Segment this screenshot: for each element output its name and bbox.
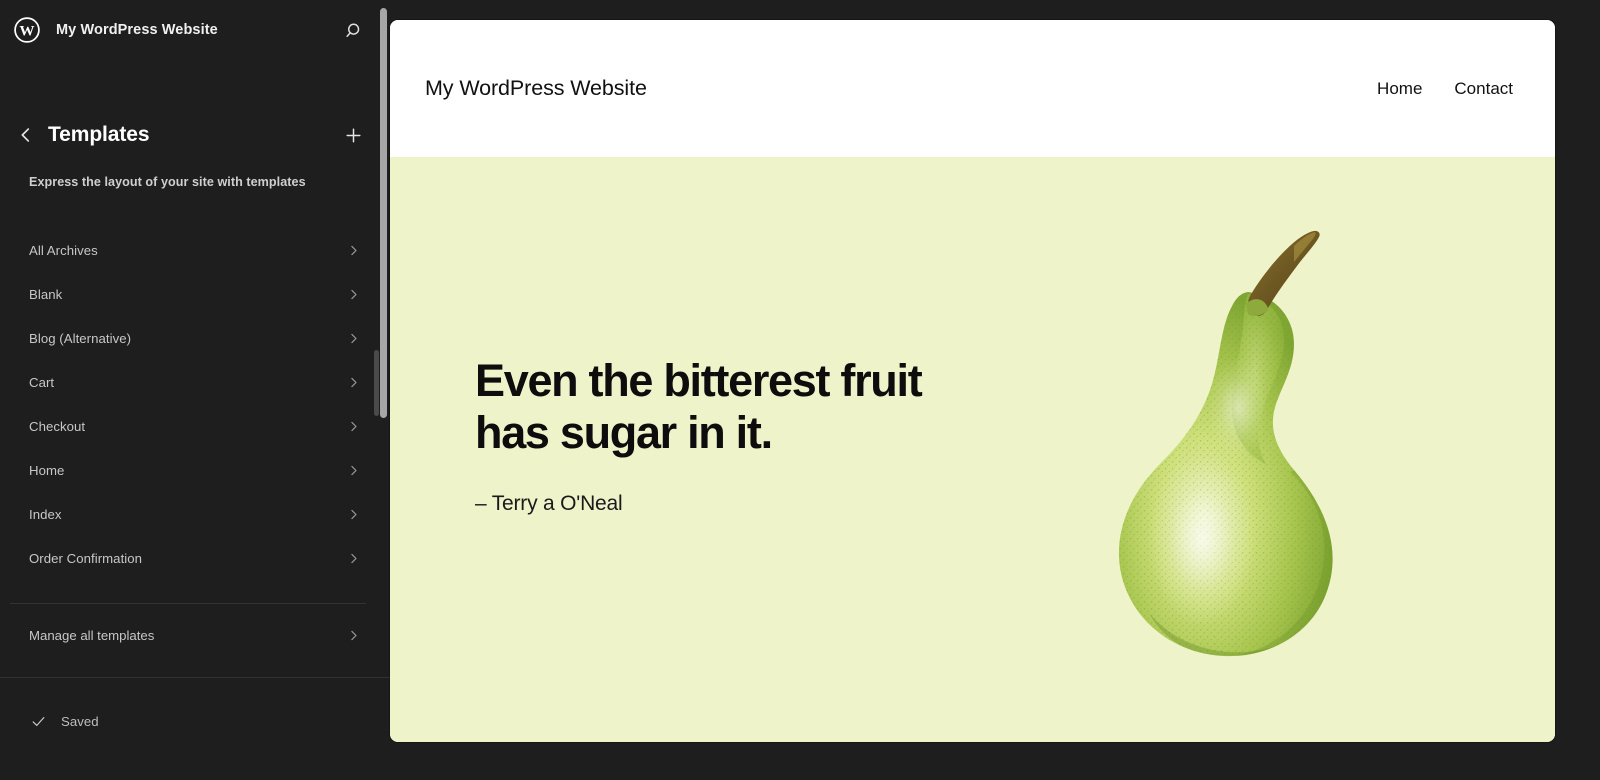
- nav-link-contact[interactable]: Contact: [1454, 79, 1513, 99]
- sidebar-scrollbar[interactable]: [374, 350, 379, 416]
- chevron-left-icon[interactable]: [8, 117, 44, 153]
- preview-nav: Home Contact: [1377, 79, 1513, 99]
- checkmark-icon: [30, 713, 47, 730]
- list-item[interactable]: Blank: [0, 272, 390, 316]
- wordpress-logo-icon[interactable]: W: [14, 17, 40, 43]
- list-item[interactable]: Blog (Alternative): [0, 316, 390, 360]
- nav-link-home[interactable]: Home: [1377, 79, 1422, 99]
- manage-all-templates-button[interactable]: Manage all templates: [0, 613, 390, 657]
- list-item-label: Blog (Alternative): [29, 330, 132, 346]
- list-item[interactable]: Order Confirmation: [0, 536, 390, 580]
- list-item-label: Home: [29, 462, 65, 478]
- list-divider: [10, 603, 366, 604]
- list-item-label: All Archives: [29, 242, 98, 258]
- quote-citation: – Terry a O'Neal: [475, 492, 623, 516]
- list-item-label: Order Confirmation: [29, 550, 143, 566]
- preview-site-brand[interactable]: My WordPress Website: [425, 76, 647, 101]
- list-item[interactable]: Checkout: [0, 404, 390, 448]
- list-item-label: Cart: [29, 374, 55, 390]
- pear-illustration[interactable]: [1080, 222, 1400, 662]
- chevron-right-icon: [346, 551, 361, 566]
- quote-block[interactable]: Even the bitterest fruit has sugar in it…: [475, 355, 955, 516]
- chevron-right-icon: [346, 419, 361, 434]
- svg-text:W: W: [19, 23, 34, 40]
- editor-sidebar: W My WordPress Website Templates Express…: [0, 0, 390, 780]
- list-item[interactable]: Cart: [0, 360, 390, 404]
- site-editor-app: W My WordPress Website Templates Express…: [0, 0, 1600, 780]
- templates-panel-header: Templates: [0, 112, 390, 158]
- list-item[interactable]: Index: [0, 492, 390, 536]
- sidebar-site-title: My WordPress Website: [56, 22, 218, 38]
- preview-site-header: My WordPress Website Home Contact: [390, 20, 1555, 157]
- chevron-right-icon: [346, 287, 361, 302]
- chevron-right-icon: [346, 463, 361, 478]
- chevron-right-icon: [346, 507, 361, 522]
- templates-list: All Archives Blank Blog (Alternative) Ca…: [0, 228, 390, 618]
- manage-all-templates-label: Manage all templates: [29, 627, 155, 643]
- page-title: Templates: [48, 123, 150, 146]
- chevron-right-icon: [346, 331, 361, 346]
- list-item-label: Blank: [29, 286, 63, 302]
- panel-description: Express the layout of your site with tem…: [29, 175, 306, 189]
- chevron-right-icon: [346, 243, 361, 258]
- sidebar-hub-row: W My WordPress Website: [0, 0, 390, 60]
- list-item[interactable]: Home: [0, 448, 390, 492]
- canvas-scrollbar[interactable]: [380, 8, 387, 418]
- list-item-label: Checkout: [29, 418, 86, 434]
- status-badge: Saved: [61, 713, 99, 729]
- plus-icon[interactable]: [336, 118, 370, 152]
- list-item[interactable]: All Archives: [0, 228, 390, 272]
- chevron-right-icon: [346, 628, 361, 643]
- footer-divider: [0, 677, 390, 678]
- search-icon[interactable]: [338, 14, 370, 46]
- site-preview-canvas[interactable]: My WordPress Website Home Contact Even t…: [390, 20, 1555, 742]
- chevron-right-icon: [346, 375, 361, 390]
- save-status-button[interactable]: Saved: [0, 699, 390, 743]
- preview-site-body: Even the bitterest fruit has sugar in it…: [390, 157, 1555, 742]
- quote-text: Even the bitterest fruit has sugar in it…: [475, 355, 923, 459]
- list-item-label: Index: [29, 506, 62, 522]
